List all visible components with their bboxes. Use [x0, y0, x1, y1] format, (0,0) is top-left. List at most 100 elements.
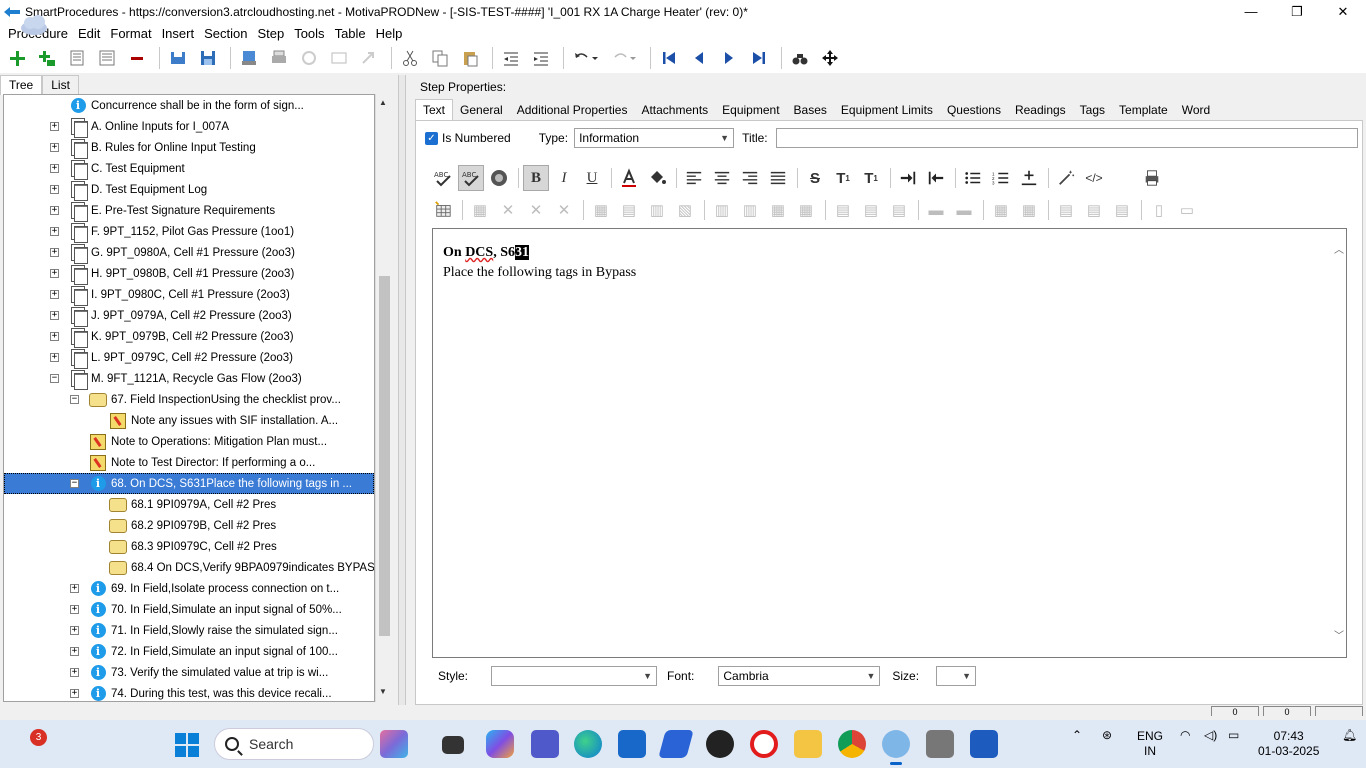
chrome-icon[interactable]	[838, 730, 866, 758]
scroll-down-icon[interactable]: ▼	[379, 687, 387, 696]
tree-item[interactable]: + J. 9PT_0979A, Cell #2 Pressure (2oo3)	[50, 305, 292, 327]
open-button[interactable]	[165, 45, 191, 71]
redirect-button[interactable]	[356, 45, 382, 71]
table-tool-9[interactable]: ▥	[709, 197, 735, 223]
tree-item[interactable]: + i 70. In Field,Simulate an input signal …	[70, 599, 342, 620]
collapse-icon[interactable]: −	[50, 374, 59, 383]
tree-item[interactable]: + I. 9PT_0980C, Cell #1 Pressure (2oo3)	[50, 284, 290, 306]
expand-icon[interactable]: +	[50, 332, 59, 341]
align-left-button[interactable]	[681, 165, 707, 191]
tab-general[interactable]: General	[453, 100, 510, 120]
scroll-down-icon[interactable]: ﹀	[1334, 627, 1344, 642]
print-preview-button[interactable]	[1139, 165, 1165, 191]
previous-step-button[interactable]	[686, 45, 712, 71]
opera-icon[interactable]	[750, 730, 778, 758]
last-step-button[interactable]	[746, 45, 772, 71]
minimize-button[interactable]: —	[1228, 0, 1274, 23]
table-tool-18[interactable]: ▦	[988, 197, 1014, 223]
language-indicator[interactable]: ENG IN	[1137, 729, 1163, 759]
bullet-list-button[interactable]	[960, 165, 986, 191]
tree-item[interactable]: + i 71. In Field,Slowly raise the simulate…	[70, 620, 338, 641]
tree-item[interactable]: 68.3 9PI0979C, Cell #2 Pres	[90, 536, 277, 557]
smartprocedures-task-icon[interactable]	[882, 730, 910, 765]
tree-item[interactable]: + H. 9PT_0980B, Cell #1 Pressure (2oo3)	[50, 263, 294, 285]
expand-icon[interactable]: +	[50, 206, 59, 215]
table-tool-19[interactable]: ▦	[1016, 197, 1042, 223]
align-right-button[interactable]	[737, 165, 763, 191]
tree-item[interactable]: + A. Online Inputs for I_007A	[50, 116, 229, 138]
html-source-button[interactable]: </>	[1081, 165, 1107, 191]
cut-button[interactable]	[397, 45, 423, 71]
highlight-button[interactable]	[644, 165, 670, 191]
list-button[interactable]	[64, 45, 90, 71]
table-tool-8[interactable]: ▧	[672, 197, 698, 223]
scroll-up-icon[interactable]: ︿	[1334, 241, 1344, 256]
decrease-indent-button[interactable]	[923, 165, 949, 191]
taskbar-clock[interactable]: 07:43 01-03-2025	[1258, 729, 1319, 759]
tray-chevron-icon[interactable]: ⌃	[1072, 728, 1082, 742]
indent-button[interactable]	[528, 45, 554, 71]
table-tool-14[interactable]: ▤	[858, 197, 884, 223]
editor-scrollbar[interactable]: ︿ ﹀	[1332, 229, 1346, 657]
copy-button[interactable]	[427, 45, 453, 71]
font-color-button[interactable]	[616, 165, 642, 191]
table-tool-4[interactable]: ✕	[551, 197, 577, 223]
table-tool-5[interactable]: ▦	[588, 197, 614, 223]
subscript-button[interactable]: T1	[858, 165, 884, 191]
delete-button[interactable]	[124, 45, 150, 71]
table-tool-11[interactable]: ▦	[765, 197, 791, 223]
tab-additional-properties[interactable]: Additional Properties	[510, 100, 635, 120]
insert-line-button[interactable]	[1016, 165, 1042, 191]
editor-line-1[interactable]: On DCS, S631	[443, 245, 529, 261]
menu-section[interactable]: Section	[199, 26, 252, 41]
insert-table-button[interactable]	[430, 197, 456, 223]
table-tool-2[interactable]: ✕	[495, 197, 521, 223]
menu-insert[interactable]: Insert	[157, 26, 200, 41]
table-tool-23[interactable]: ▯	[1146, 197, 1172, 223]
tree-item[interactable]: + K. 9PT_0979B, Cell #2 Pressure (2oo3)	[50, 326, 294, 348]
tab-bases[interactable]: Bases	[787, 100, 834, 120]
style-select[interactable]: ▼	[491, 666, 658, 686]
menu-table[interactable]: Table	[330, 26, 371, 41]
tree-item[interactable]: − i 68. On DCS, S631Place the following ta…	[4, 473, 374, 494]
tree-item[interactable]: + F. 9PT_1152, Pilot Gas Pressure (1oo1)	[50, 221, 294, 243]
wifi-icon[interactable]: ◠	[1180, 728, 1190, 742]
tree-item[interactable]: + i 72. In Field,Simulate an input signal …	[70, 641, 338, 662]
expand-icon[interactable]: +	[50, 185, 59, 194]
scroll-up-icon[interactable]: ▲	[379, 98, 387, 107]
spellcheck-button[interactable]: ABC	[430, 165, 456, 191]
tab-tree[interactable]: Tree	[0, 75, 43, 95]
view-button[interactable]	[326, 45, 352, 71]
tab-tags[interactable]: Tags	[1073, 100, 1112, 120]
step-text-editor[interactable]: On DCS, S631 Place the following tags in…	[432, 228, 1347, 658]
tree-item[interactable]: + i 69. In Field,Isolate process connectio…	[70, 578, 339, 599]
tree-item[interactable]: + D. Test Equipment Log	[50, 179, 207, 201]
table-tool-6[interactable]: ▤	[616, 197, 642, 223]
edge-icon[interactable]	[574, 730, 602, 758]
font-select[interactable]: Cambria ▼	[718, 666, 881, 686]
expand-icon[interactable]: +	[70, 584, 79, 593]
tree-item[interactable]: + B. Rules for Online Input Testing	[50, 137, 256, 159]
table-tool-1[interactable]: ▦	[467, 197, 493, 223]
menu-tools[interactable]: Tools	[289, 26, 329, 41]
table-tool-24[interactable]: ▭	[1174, 197, 1200, 223]
tray-network-icon[interactable]: ⊛	[1102, 728, 1112, 742]
redo-button[interactable]	[607, 45, 641, 71]
clear-format-button[interactable]	[1053, 165, 1079, 191]
add-section-button[interactable]	[4, 45, 30, 71]
tree-item[interactable]: + E. Pre-Test Signature Requirements	[50, 200, 275, 222]
expand-icon[interactable]: +	[50, 311, 59, 320]
language-button[interactable]	[486, 165, 512, 191]
copilot-icon[interactable]	[486, 730, 514, 758]
tree-item[interactable]: Note any issues with SIF installation. A…	[90, 410, 338, 431]
strikethrough-button[interactable]: S	[802, 165, 828, 191]
tab-word[interactable]: Word	[1175, 100, 1217, 120]
tab-attachments[interactable]: Attachments	[634, 100, 715, 120]
expand-icon[interactable]: +	[70, 626, 79, 635]
tree-item[interactable]: + i 73. Verify the simulated value at trip…	[70, 662, 328, 683]
save-button[interactable]	[195, 45, 221, 71]
increase-indent-button[interactable]	[895, 165, 921, 191]
tab-equipment-limits[interactable]: Equipment Limits	[834, 100, 940, 120]
tree-item[interactable]: − 67. Field InspectionUsing the checklist…	[70, 389, 341, 410]
tab-list[interactable]: List	[42, 75, 79, 95]
